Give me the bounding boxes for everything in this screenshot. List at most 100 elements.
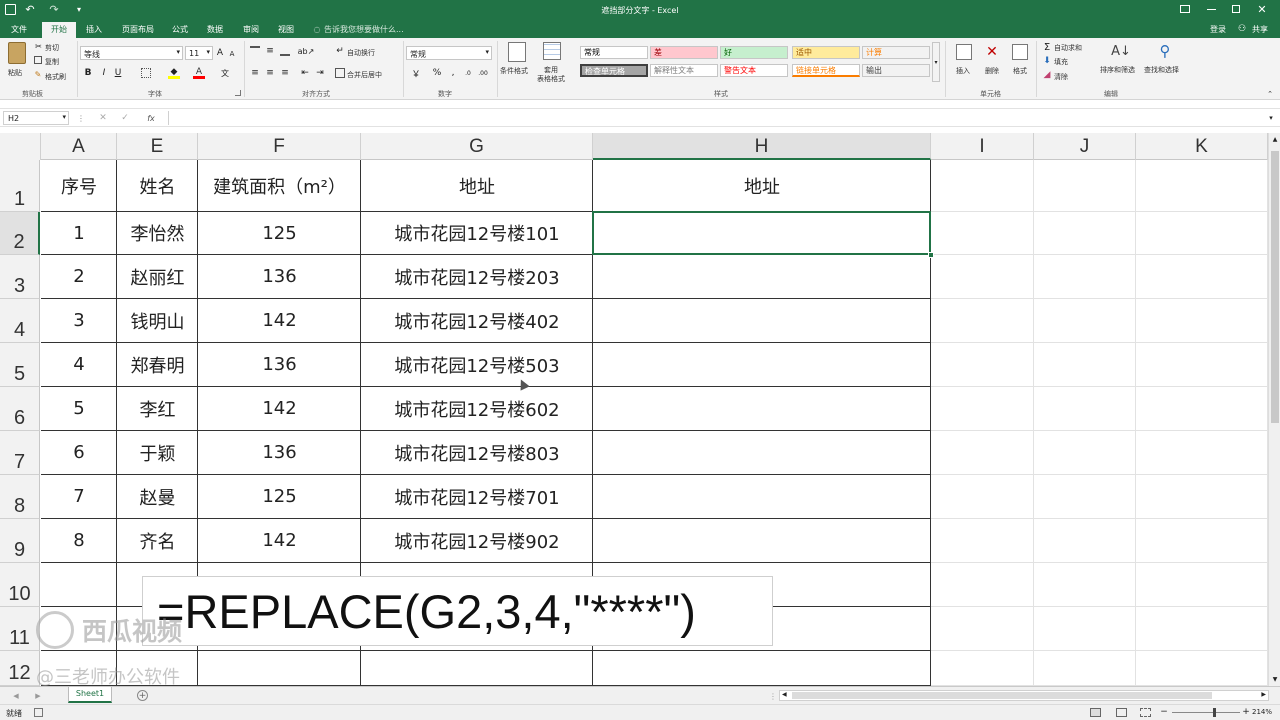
zoom-level[interactable]: 214% bbox=[1252, 708, 1272, 716]
cell-style-1[interactable]: 差 bbox=[650, 46, 718, 59]
cell-h9[interactable] bbox=[593, 519, 931, 562]
align-top-icon[interactable] bbox=[250, 46, 260, 56]
cell-a4[interactable]: 3 bbox=[41, 299, 117, 342]
name-box[interactable]: H2 ▾ bbox=[3, 111, 69, 125]
find-select-button[interactable]: 查找和选择 bbox=[1144, 65, 1179, 75]
scroll-thumb[interactable] bbox=[1271, 151, 1279, 423]
row-header-4[interactable]: 4 bbox=[0, 299, 40, 343]
column-header-i[interactable]: I bbox=[931, 133, 1034, 160]
cell-g8[interactable]: 城市花园12号楼701 bbox=[361, 475, 593, 518]
cell-h4[interactable] bbox=[593, 299, 931, 342]
row-header-3[interactable]: 3 bbox=[0, 255, 40, 299]
row-header-5[interactable]: 5 bbox=[0, 343, 40, 387]
cell-e6[interactable]: 李红 bbox=[117, 387, 198, 430]
cell-g5[interactable]: 城市花园12号楼503 bbox=[361, 343, 593, 386]
cell-a7[interactable]: 6 bbox=[41, 431, 117, 474]
format-cells-button[interactable]: 格式 bbox=[1013, 66, 1027, 76]
expand-formula-icon[interactable]: ▾ bbox=[1266, 112, 1276, 124]
share-user-icon[interactable]: ⚇ bbox=[1238, 24, 1246, 34]
scroll-up-icon[interactable]: ▲ bbox=[1271, 135, 1279, 143]
cell-g4[interactable]: 城市花园12号楼402 bbox=[361, 299, 593, 342]
zoom-out-icon[interactable]: − bbox=[1160, 707, 1168, 717]
align-center-icon[interactable]: ≡ bbox=[265, 68, 275, 78]
page-layout-view-icon[interactable] bbox=[1116, 708, 1127, 717]
cell-g1[interactable]: 地址 bbox=[361, 160, 593, 211]
formula-input[interactable] bbox=[168, 111, 1264, 125]
column-header-h[interactable]: H bbox=[593, 133, 931, 160]
format-painter-button[interactable]: 格式刷 bbox=[45, 72, 66, 82]
currency-icon[interactable]: ￥ bbox=[410, 68, 422, 80]
cell-style-9[interactable]: 输出 bbox=[862, 64, 930, 77]
format-as-table-button[interactable]: 套用 表格格式 bbox=[537, 66, 565, 84]
row-header-8[interactable]: 8 bbox=[0, 475, 40, 519]
delete-cells-button[interactable]: 删除 bbox=[985, 66, 999, 76]
normal-view-icon[interactable] bbox=[1090, 708, 1101, 717]
cell-f8[interactable]: 125 bbox=[198, 475, 361, 518]
cell-h8[interactable] bbox=[593, 475, 931, 518]
add-sheet-icon[interactable]: + bbox=[137, 690, 148, 701]
row-header-12[interactable]: 12 bbox=[0, 651, 40, 686]
cell-style-0[interactable]: 常规 bbox=[580, 46, 648, 59]
conditional-format-button[interactable]: 条件格式 bbox=[500, 66, 528, 76]
cell-f5[interactable]: 136 bbox=[198, 343, 361, 386]
comma-icon[interactable]: , bbox=[448, 68, 458, 78]
cell-g7[interactable]: 城市花园12号楼803 bbox=[361, 431, 593, 474]
cell-e1[interactable]: 姓名 bbox=[117, 160, 198, 211]
tab-data[interactable]: 数据 bbox=[201, 22, 229, 38]
scroll-right-icon[interactable]: ▶ bbox=[1261, 691, 1266, 698]
cell-style-3[interactable]: 适中 bbox=[792, 46, 860, 59]
wrap-text-button[interactable]: 自动换行 bbox=[347, 48, 375, 58]
paste-icon[interactable] bbox=[8, 42, 26, 64]
align-left-icon[interactable]: ≡ bbox=[250, 68, 260, 78]
align-bottom-icon[interactable] bbox=[280, 46, 290, 56]
cell-e2[interactable]: 李怡然 bbox=[117, 212, 198, 254]
row-header-6[interactable]: 6 bbox=[0, 387, 40, 431]
decrease-decimal-icon[interactable]: .00 bbox=[477, 68, 489, 78]
column-header-j[interactable]: J bbox=[1034, 133, 1136, 160]
cell-a6[interactable]: 5 bbox=[41, 387, 117, 430]
zoom-slider[interactable] bbox=[1172, 708, 1240, 717]
cell-a9[interactable]: 8 bbox=[41, 519, 117, 562]
scroll-down-icon[interactable]: ▼ bbox=[1271, 675, 1279, 683]
cell-h1[interactable]: 地址 bbox=[593, 160, 931, 211]
row-header-7[interactable]: 7 bbox=[0, 431, 40, 475]
row-header-9[interactable]: 9 bbox=[0, 519, 40, 563]
cell-a3[interactable]: 2 bbox=[41, 255, 117, 298]
sheet-tab-sheet1[interactable]: Sheet1 bbox=[68, 687, 112, 703]
ribbon-display-icon[interactable] bbox=[1180, 5, 1190, 13]
tell-me-box[interactable]: 告诉我您想要做什么... bbox=[324, 22, 414, 38]
underline-button[interactable]: U bbox=[113, 67, 123, 79]
vertical-scrollbar[interactable]: ▲ ▼ bbox=[1268, 133, 1280, 686]
cell-e4[interactable]: 钱明山 bbox=[117, 299, 198, 342]
sort-filter-button[interactable]: 排序和筛选 bbox=[1100, 65, 1135, 75]
tab-file[interactable]: 文件 bbox=[4, 22, 34, 38]
align-right-icon[interactable]: ≡ bbox=[280, 68, 290, 78]
row-header-2[interactable]: 2 bbox=[0, 212, 40, 255]
prev-sheet-icon[interactable]: ◀ bbox=[12, 691, 20, 701]
cell-f2[interactable]: 125 bbox=[198, 212, 361, 254]
cell-h5[interactable] bbox=[593, 343, 931, 386]
insert-function-icon[interactable]: fx bbox=[144, 111, 158, 125]
hscroll-thumb[interactable] bbox=[792, 692, 1212, 699]
select-all-corner[interactable] bbox=[0, 133, 41, 160]
copy-button[interactable]: 复制 bbox=[45, 57, 59, 67]
cell-a1[interactable]: 序号 bbox=[41, 160, 117, 211]
fill-button[interactable]: 填充 bbox=[1054, 57, 1068, 67]
cell-style-6[interactable]: 解释性文本 bbox=[650, 64, 718, 77]
shrink-font-icon[interactable]: A bbox=[227, 47, 237, 61]
number-format-select[interactable]: 常规 ▾ bbox=[406, 46, 492, 60]
cell-e3[interactable]: 赵丽红 bbox=[117, 255, 198, 298]
column-header-g[interactable]: G bbox=[361, 133, 593, 160]
next-sheet-icon[interactable]: ▶ bbox=[34, 691, 42, 701]
column-header-a[interactable]: A bbox=[41, 133, 117, 160]
tab-home[interactable]: 开始 bbox=[42, 22, 76, 38]
tab-review[interactable]: 审阅 bbox=[237, 22, 265, 38]
cell-h7[interactable] bbox=[593, 431, 931, 474]
cell-a8[interactable]: 7 bbox=[41, 475, 117, 518]
merge-center-button[interactable]: 合并后居中 bbox=[347, 70, 382, 80]
login-link[interactable]: 登录 bbox=[1206, 22, 1230, 38]
font-name-select[interactable]: 等线 ▾ bbox=[80, 46, 183, 60]
tab-page-layout[interactable]: 页面布局 bbox=[116, 22, 160, 38]
cut-button[interactable]: 剪切 bbox=[45, 43, 59, 53]
cell-g2[interactable]: 城市花园12号楼101 bbox=[361, 212, 593, 254]
